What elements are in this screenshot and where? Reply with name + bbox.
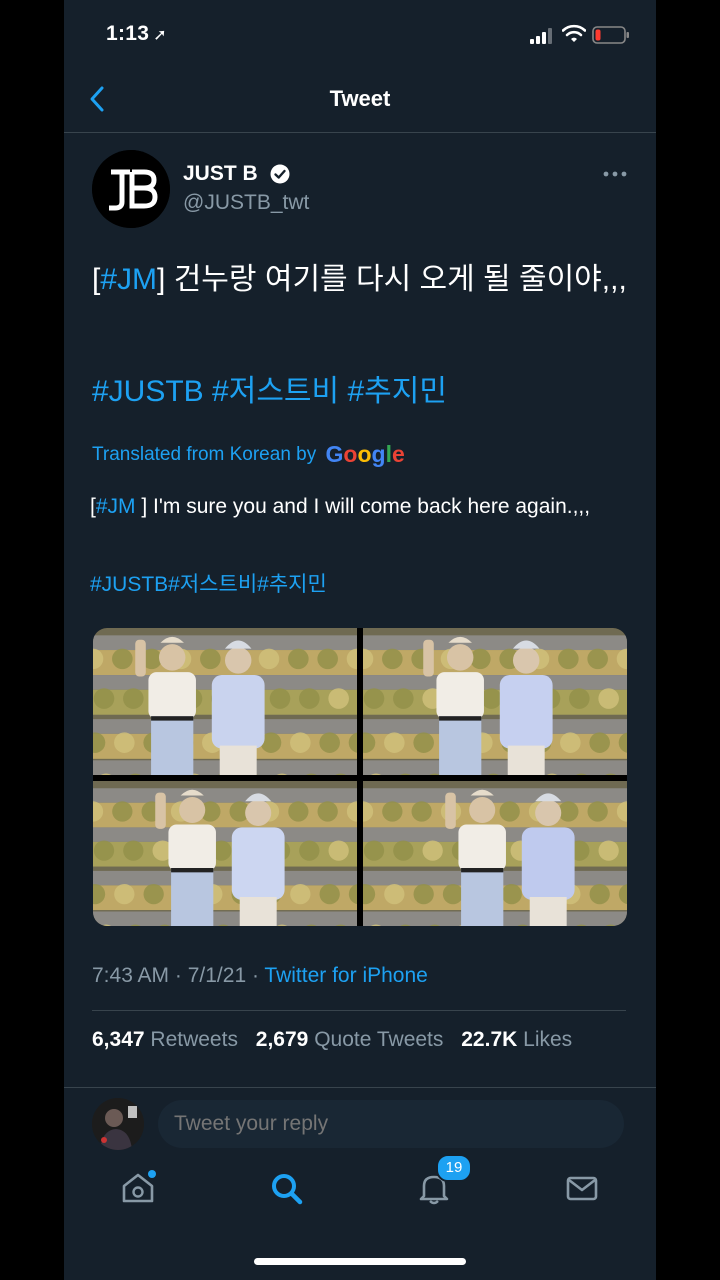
tab-messages[interactable] — [562, 1168, 602, 1208]
translated-hashtags[interactable]: #JUSTB#저스트비#추지민 — [90, 568, 327, 598]
verified-badge-icon — [270, 164, 290, 184]
author-avatar[interactable] — [92, 150, 170, 228]
photo-3[interactable] — [93, 781, 357, 926]
status-bar: 1:13 ➚ — [64, 0, 656, 70]
location-arrow-icon: ➚ — [153, 27, 167, 44]
hashtag-link[interactable]: #JM — [100, 263, 157, 296]
google-logo-letter: o — [357, 441, 372, 467]
retweets-stat[interactable]: 6,347 Retweets — [92, 1028, 238, 1051]
search-icon — [272, 1174, 303, 1205]
quote-tweets-stat[interactable]: 2,679 Quote Tweets — [256, 1028, 444, 1051]
photo-image — [93, 628, 357, 775]
user-avatar[interactable] — [92, 1098, 144, 1150]
author-handle[interactable]: @JUSTB_twt — [183, 191, 309, 215]
photo-grid — [93, 628, 627, 926]
wifi-icon — [562, 24, 586, 42]
tweet-meta: 7:43 AM · 7/1/21 · Twitter for iPhone — [92, 964, 428, 987]
new-content-dot — [148, 1170, 156, 1178]
mail-icon — [566, 1176, 598, 1201]
google-logo-letter: G — [325, 441, 344, 467]
more-options-icon[interactable] — [602, 166, 628, 182]
google-logo-letter: g — [371, 441, 386, 467]
divider — [92, 1010, 626, 1011]
tweet-hashtags[interactable]: #JUSTB #저스트비 #추지민 — [92, 366, 447, 410]
google-logo-letter: e — [391, 441, 405, 467]
author-name[interactable]: JUST B — [183, 162, 290, 186]
photo-image — [93, 781, 357, 926]
google-logo-letter: o — [343, 441, 358, 467]
translation-attribution: Translated from Korean by Google — [92, 441, 405, 468]
signal-icon — [530, 28, 552, 44]
photo-1[interactable] — [93, 628, 357, 775]
battery-low-icon — [592, 26, 629, 44]
page-title: Tweet — [329, 86, 391, 111]
translated-hashtag-link[interactable]: #JM — [96, 495, 136, 518]
tab-search[interactable] — [266, 1168, 306, 1208]
likes-stat[interactable]: 22.7K Likes — [461, 1028, 572, 1051]
tab-home[interactable] — [118, 1168, 158, 1208]
status-time: 1:13 ➚ — [106, 22, 167, 45]
tweet-text: [#JM] 건누랑 여기를 다시 오게 될 줄이야,,, — [92, 263, 627, 296]
phone-screen: 1:13 ➚ Tweet JUST B @JUSTB_twt [#JM] 건누랑… — [64, 0, 656, 1280]
google-logo: Google — [326, 441, 405, 468]
photo-2[interactable] — [363, 628, 627, 775]
engagement-stats: 6,347 Retweets 2,679 Quote Tweets 22.7K … — [92, 1028, 572, 1052]
user-avatar-image — [92, 1098, 144, 1150]
nav-bar: Tweet — [64, 70, 656, 133]
home-indicator — [254, 1258, 466, 1265]
tab-bar: 19 — [64, 1154, 656, 1228]
photo-4[interactable] — [363, 781, 627, 926]
reply-bar: 19 — [64, 1088, 656, 1280]
photo-image — [363, 781, 627, 926]
reply-input[interactable] — [158, 1100, 624, 1148]
photo-image — [363, 628, 627, 775]
translated-text: [#JM ] I'm sure you and I will come back… — [90, 495, 591, 518]
notifications-badge: 19 — [436, 1154, 472, 1182]
source-link[interactable]: Twitter for iPhone — [264, 964, 427, 987]
justb-logo-icon — [92, 150, 170, 228]
